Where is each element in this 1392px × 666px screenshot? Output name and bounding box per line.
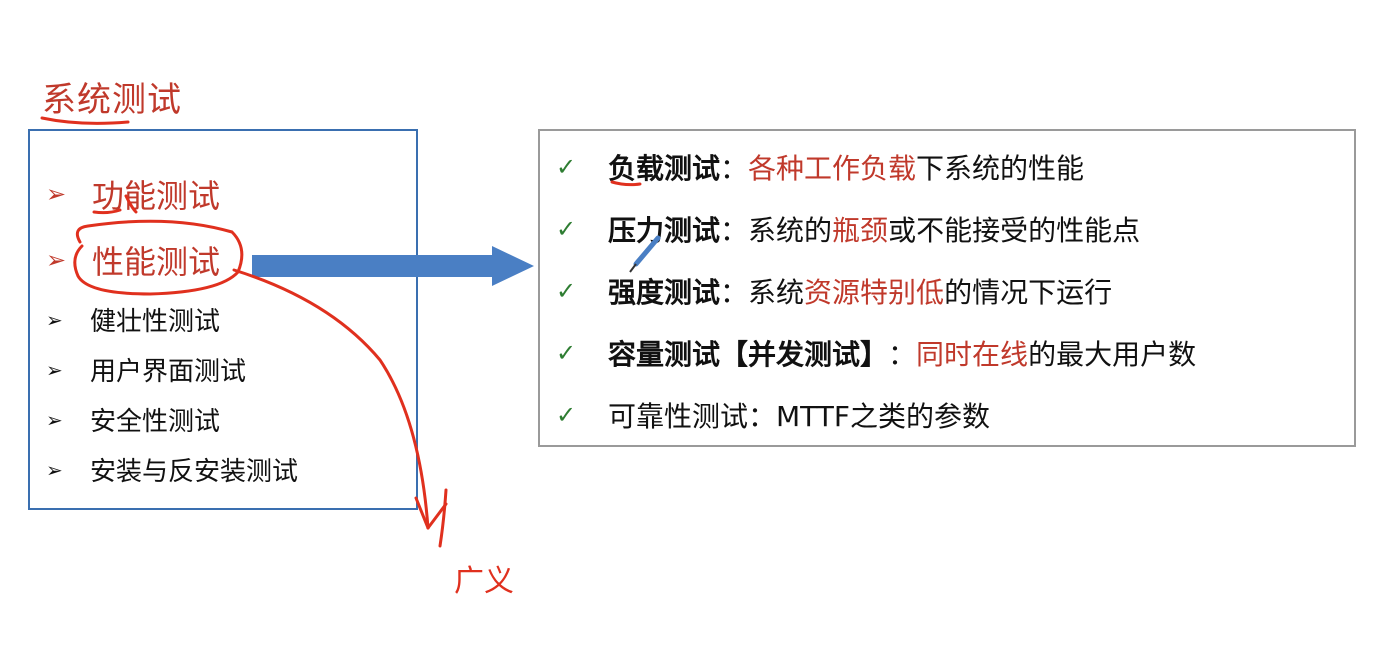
list-item-label: 性能测试 [92, 243, 221, 281]
pen-arrowhead [414, 496, 448, 530]
check-icon: ✓ [556, 401, 577, 429]
description: 可靠性测试：MTTF之类的参数 [608, 400, 990, 433]
highlight: 资源特别低 [804, 276, 945, 309]
list-item: ➢ 功能测试 [46, 171, 220, 217]
page-title: 系统测试 [42, 80, 182, 120]
term: 强度测试 [608, 276, 721, 309]
separator: ： [720, 276, 749, 309]
description-prefix: 系统 [748, 276, 805, 309]
term: 压力测试 [608, 214, 721, 247]
list-item: ➢ 安全性测试 [46, 401, 220, 438]
highlight: 同时在线 [916, 338, 1029, 371]
term: 负载测试 [608, 152, 721, 185]
arrowhead-icon: ➢ [46, 246, 67, 274]
test-types-box: ➢ 功能测试 ➢ 性能测试 ➢ 健壮性测试 ➢ 用户界面测试 ➢ 安全性测试 ➢… [28, 129, 418, 510]
description: 的最大用户数 [1028, 338, 1197, 371]
check-icon: ✓ [556, 153, 577, 181]
list-item: ➢ 健壮性测试 [46, 301, 220, 338]
arrowhead-icon: ➢ [46, 307, 63, 332]
check-icon: ✓ [556, 277, 577, 305]
term: 容量测试 [608, 338, 721, 371]
description: 下系统的性能 [916, 152, 1085, 185]
arrowhead-icon: ➢ [46, 457, 63, 482]
annotation-label: 广义 [454, 564, 514, 599]
list-item: ✓ 容量测试 【并发测试】：同时在线 的最大用户数 [556, 333, 1196, 373]
list-item: ✓ 压力测试：系统的 瓶颈 或不能接受的性能点 [556, 209, 1140, 249]
list-item-label: 安装与反安装测试 [90, 457, 299, 487]
right-arrow-icon [252, 246, 534, 286]
list-item: ✓ 可靠性测试：MTTF之类的参数 [556, 395, 990, 435]
description: 或不能接受的性能点 [888, 214, 1141, 247]
highlight: 各种工作负载 [748, 152, 917, 185]
separator: ： [720, 152, 749, 185]
arrowhead-icon: ➢ [46, 180, 67, 208]
list-item-label: 安全性测试 [90, 407, 221, 437]
separator: ： [888, 338, 917, 371]
description: 的情况下运行 [944, 276, 1113, 309]
highlight: 瓶颈 [832, 214, 889, 247]
description-prefix: 系统的 [748, 214, 833, 247]
list-item: ✓ 强度测试：系统 资源特别低 的情况下运行 [556, 271, 1112, 311]
pen-arrowhead-2 [438, 488, 448, 548]
list-item-label: 功能测试 [92, 177, 221, 215]
list-item: ➢ 性能测试 [46, 237, 220, 283]
list-item-label: 健壮性测试 [90, 307, 221, 337]
check-icon: ✓ [556, 339, 577, 367]
bracket-note: 【并发测试】 [720, 338, 889, 371]
arrowhead-icon: ➢ [46, 357, 63, 382]
list-item: ➢ 用户界面测试 [46, 351, 246, 388]
arrowhead-icon: ➢ [46, 407, 63, 432]
list-item-label: 用户界面测试 [90, 357, 247, 387]
performance-tests-box: ✓ 负载测试：各种工作负载 下系统的性能 ✓ 压力测试：系统的 瓶颈 或不能接受的性能… [538, 129, 1356, 447]
list-item: ➢ 安装与反安装测试 [46, 451, 298, 488]
check-icon: ✓ [556, 215, 577, 243]
separator: ： [720, 214, 749, 247]
list-item: ✓ 负载测试：各种工作负载 下系统的性能 [556, 147, 1084, 187]
